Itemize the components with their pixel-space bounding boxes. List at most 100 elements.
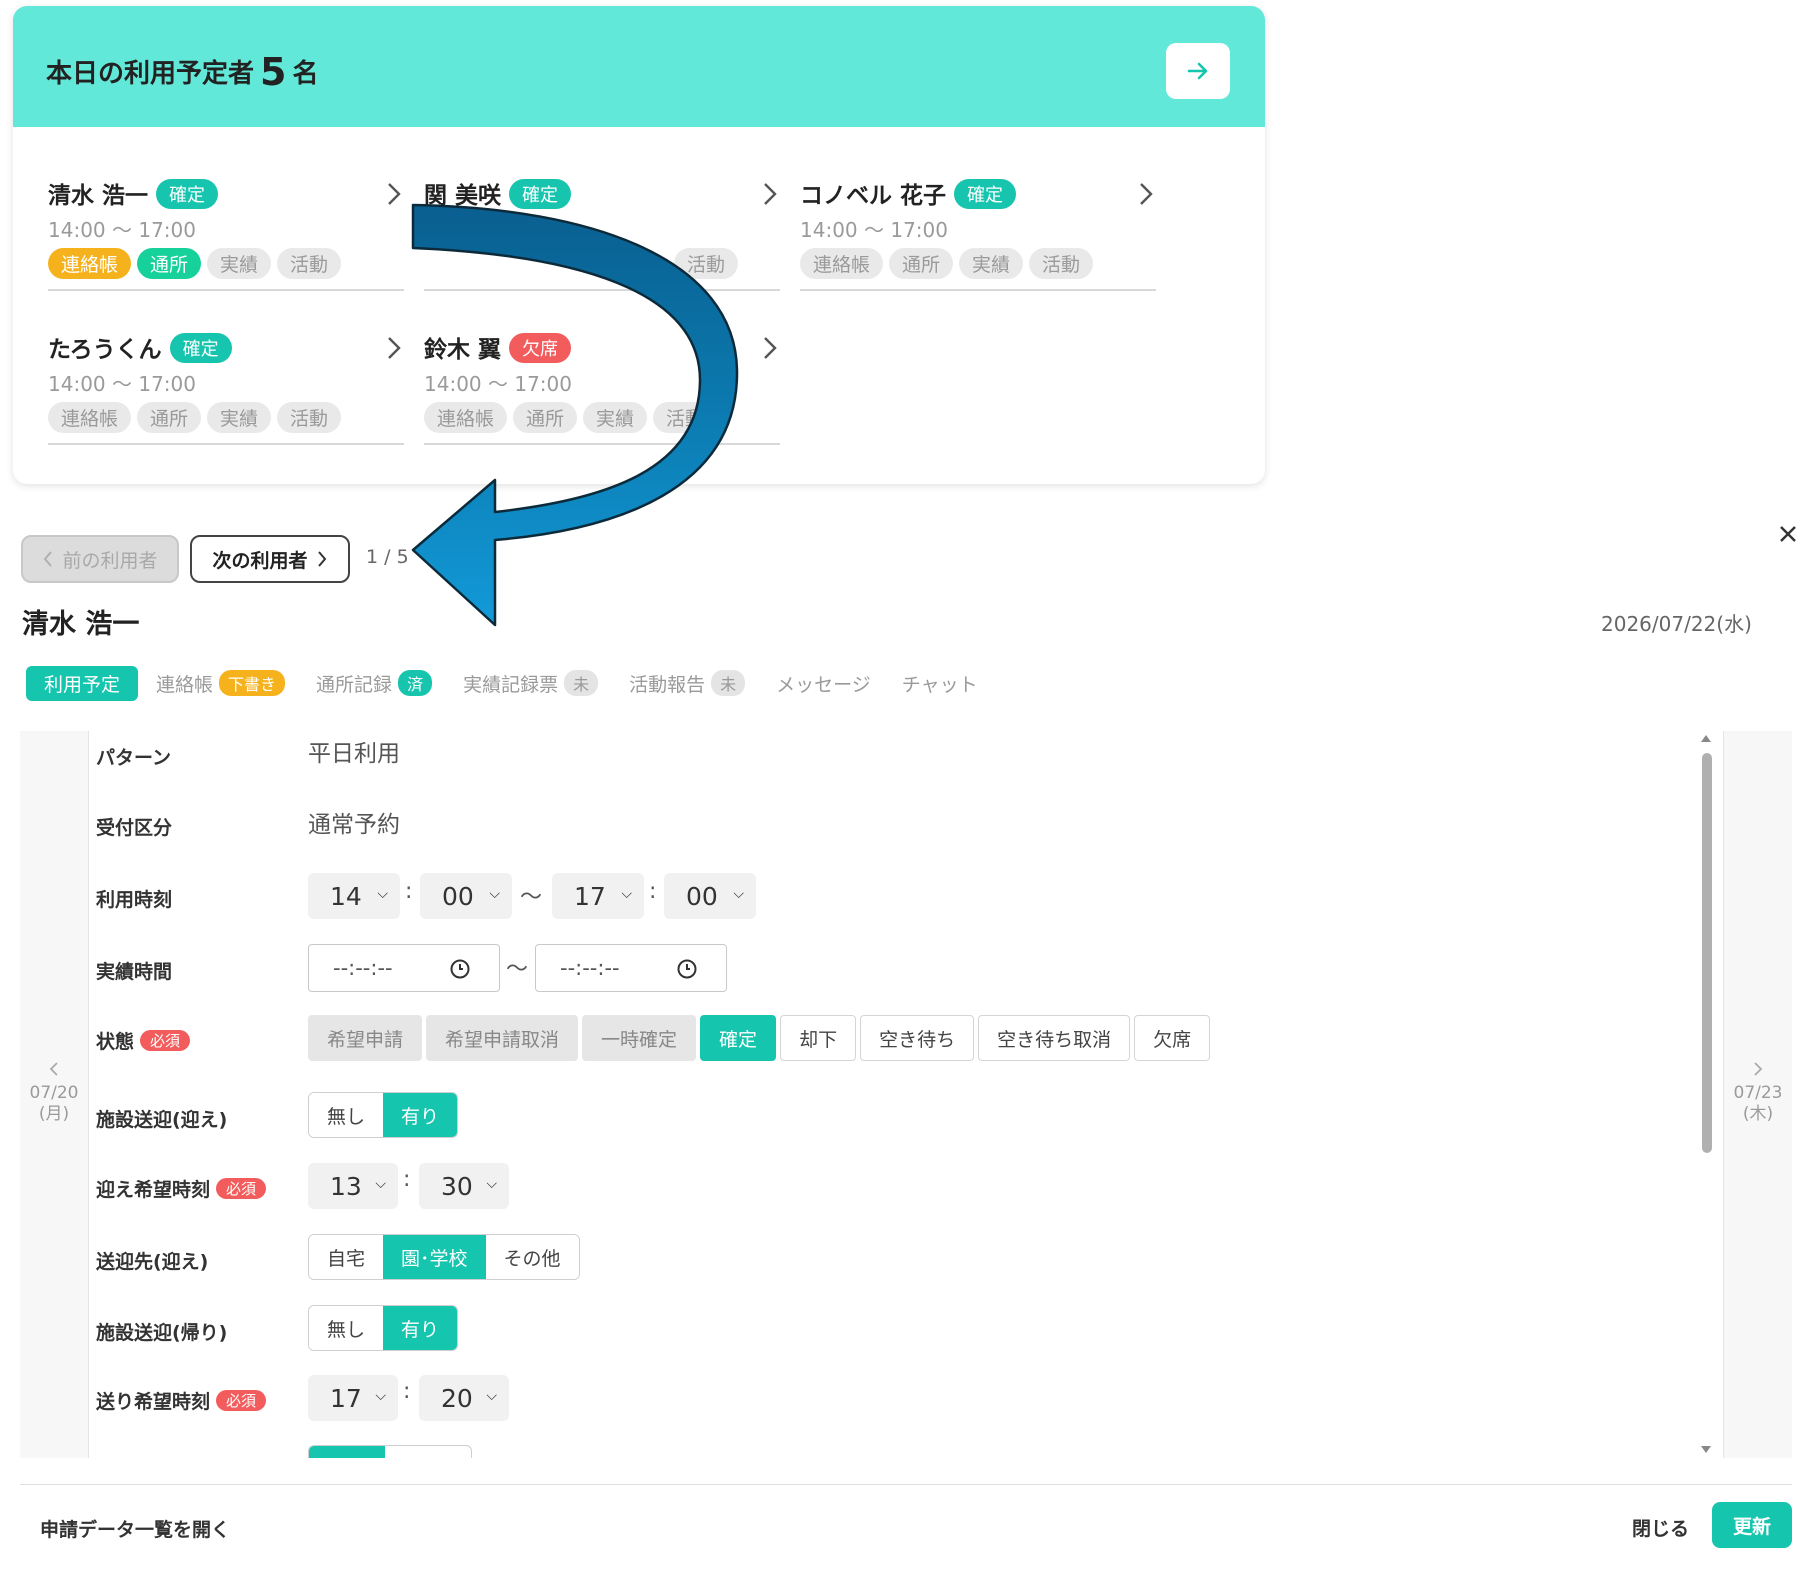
- pickup-time-label-text: 迎え希望時刻: [96, 1179, 211, 1201]
- scroll-down-icon[interactable]: [1700, 1445, 1712, 1455]
- tag-activity: 活動: [277, 402, 342, 433]
- status-option[interactable]: 欠席: [1134, 1015, 1211, 1061]
- pickup-option-yes[interactable]: 有り: [383, 1093, 458, 1137]
- form-scrollbar[interactable]: [1700, 731, 1712, 1458]
- open-list-arrow-button[interactable]: [1166, 43, 1230, 99]
- tag-attendance: 通所: [137, 248, 202, 279]
- usage-end-hour-select[interactable]: 17 ⌵: [552, 873, 644, 919]
- chevron-right-icon[interactable]: [758, 334, 780, 362]
- actual-start-time-value: --:--:--: [333, 956, 393, 980]
- user-name-row: 清水 浩一 確定: [48, 176, 219, 210]
- destination-option-home[interactable]: 自宅: [309, 1235, 384, 1279]
- user-count: 5: [260, 50, 287, 94]
- pickup-time-label: 迎え希望時刻 必須: [96, 1175, 267, 1202]
- tab-activity-report[interactable]: 活動報告未: [629, 670, 746, 697]
- status-label: 状態 必須: [96, 1027, 191, 1054]
- next-day-date: 07/23: [1733, 1083, 1783, 1103]
- destination-option-school[interactable]: 園･学校: [383, 1235, 486, 1279]
- tab-badge: 未: [564, 670, 599, 696]
- prev-user-label: 前の利用者: [62, 549, 158, 572]
- dropoff-toggle: 無し 有り: [308, 1305, 459, 1351]
- tab-record-sheet[interactable]: 実績記録票未: [463, 670, 599, 697]
- card-title: 本日の利用予定者 5 名: [46, 50, 318, 94]
- status-option-selected[interactable]: 確定: [700, 1015, 777, 1061]
- status-option[interactable]: 希望申請取消: [426, 1015, 579, 1061]
- tag-record: 実績: [207, 248, 272, 279]
- open-application-list-link[interactable]: 申請データ一覧を開く: [40, 1515, 230, 1542]
- status-option[interactable]: 空き待ち: [860, 1015, 975, 1061]
- tag-list: 連絡帳 通所 実績 活動: [48, 402, 342, 433]
- destination-option-other[interactable]: その他: [485, 1235, 579, 1279]
- user-item[interactable]: コノベル 花子 確定 14:00 ～ 17:00 連絡帳 通所 実績 活動: [800, 166, 1156, 291]
- tab-chat[interactable]: チャット: [902, 670, 978, 697]
- dropoff-minute-select[interactable]: 20 ⌵: [419, 1375, 509, 1421]
- next-user-button[interactable]: 次の利用者: [190, 535, 350, 583]
- tag-record: 実績: [959, 248, 1024, 279]
- close-icon[interactable]: [1774, 520, 1802, 548]
- prev-day-button[interactable]: 07/20 (月): [20, 731, 89, 1458]
- actual-end-time-input[interactable]: --:--:--: [535, 944, 727, 992]
- user-name: コノベル 花子: [800, 183, 947, 209]
- dropoff-option-none[interactable]: 無し: [309, 1306, 384, 1350]
- user-item[interactable]: たろうくん 確定 14:00 ～ 17:00 連絡帳 通所 実績 活動: [48, 320, 404, 445]
- chevron-right-icon[interactable]: [382, 334, 404, 362]
- status-option[interactable]: 却下: [780, 1015, 857, 1061]
- reception-value: 通常予約: [308, 812, 400, 838]
- tab-notebook[interactable]: 連絡帳 下書き: [156, 670, 286, 697]
- tag-notebook: 連絡帳: [48, 248, 132, 279]
- actual-end-time-value: --:--:--: [560, 956, 620, 980]
- scroll-up-icon[interactable]: [1700, 733, 1712, 743]
- toggle-partial-selected: [309, 1446, 385, 1458]
- pattern-value: 平日利用: [308, 741, 400, 767]
- tab-label: チャット: [901, 673, 978, 696]
- status-option[interactable]: 一時確定: [582, 1015, 697, 1061]
- close-button[interactable]: 閉じる: [1632, 1514, 1689, 1541]
- chevron-right-icon[interactable]: [758, 180, 780, 208]
- chevron-right-icon[interactable]: [1134, 180, 1156, 208]
- tag-notebook: 連絡帳: [800, 248, 884, 279]
- curved-arrow-annotation: [411, 203, 739, 627]
- scroll-thumb[interactable]: [1702, 753, 1712, 1153]
- pickup-option-none[interactable]: 無し: [309, 1093, 384, 1137]
- dropoff-hour-select[interactable]: 17 ⌵: [308, 1375, 398, 1421]
- status-badge: 確定: [954, 179, 1017, 209]
- tab-attendance[interactable]: 通所記録済: [316, 670, 433, 697]
- footer-divider: [20, 1484, 1792, 1485]
- pickup-hour-value: 13: [330, 1171, 362, 1201]
- tab-message[interactable]: メッセージ: [776, 670, 871, 697]
- usage-end-minute-select[interactable]: 00 ⌵: [664, 873, 756, 919]
- tag-attendance: 通所: [137, 402, 202, 433]
- tag-activity: 活動: [1029, 248, 1094, 279]
- card-header: 本日の利用予定者 5 名: [13, 6, 1265, 127]
- actual-start-time-input[interactable]: --:--:--: [308, 944, 500, 992]
- dropoff-option-yes[interactable]: 有り: [383, 1306, 458, 1350]
- chevron-down-icon: ⌵: [375, 1176, 386, 1192]
- tab-schedule[interactable]: 利用予定: [26, 665, 139, 701]
- user-item[interactable]: 清水 浩一 確定 14:00 ～ 17:00 連絡帳 通所 実績 活動: [48, 166, 404, 291]
- prev-day-weekday: (月): [38, 1104, 70, 1124]
- user-time: 14:00 ～ 17:00: [48, 218, 196, 242]
- update-button[interactable]: 更新: [1712, 1502, 1792, 1548]
- chevron-down-icon: ⌵: [375, 1388, 386, 1404]
- pickup-hour-select[interactable]: 13 ⌵: [308, 1163, 398, 1209]
- next-day-button[interactable]: 07/23 (木): [1723, 731, 1792, 1458]
- pickup-minute-select[interactable]: 30 ⌵: [419, 1163, 509, 1209]
- next-toggle-partial[interactable]: [308, 1445, 472, 1458]
- patient-name: 清水 浩一: [22, 609, 140, 640]
- prev-user-button[interactable]: 前の利用者: [21, 535, 179, 583]
- usage-start-hour-select[interactable]: 14 ⌵: [308, 873, 400, 919]
- chevron-left-icon: [49, 1062, 58, 1076]
- next-user-label: 次の利用者: [212, 549, 308, 572]
- tab-label: 通所記録: [316, 673, 393, 696]
- usage-start-minute-select[interactable]: 00 ⌵: [420, 873, 512, 919]
- next-day-weekday: (木): [1742, 1104, 1774, 1124]
- status-option[interactable]: 希望申請: [308, 1015, 423, 1061]
- tab-label: 連絡帳: [156, 673, 214, 696]
- tag-list: 連絡帳 通所 実績 活動: [48, 248, 342, 279]
- pattern-label: パターン: [96, 747, 172, 769]
- visit-date: 2026/07/22(水): [1601, 612, 1752, 636]
- tab-label: 活動報告: [629, 673, 706, 696]
- user-time: 14:00 ～ 17:00: [800, 218, 948, 242]
- status-option[interactable]: 空き待ち取消: [978, 1015, 1131, 1061]
- chevron-right-icon[interactable]: [382, 180, 404, 208]
